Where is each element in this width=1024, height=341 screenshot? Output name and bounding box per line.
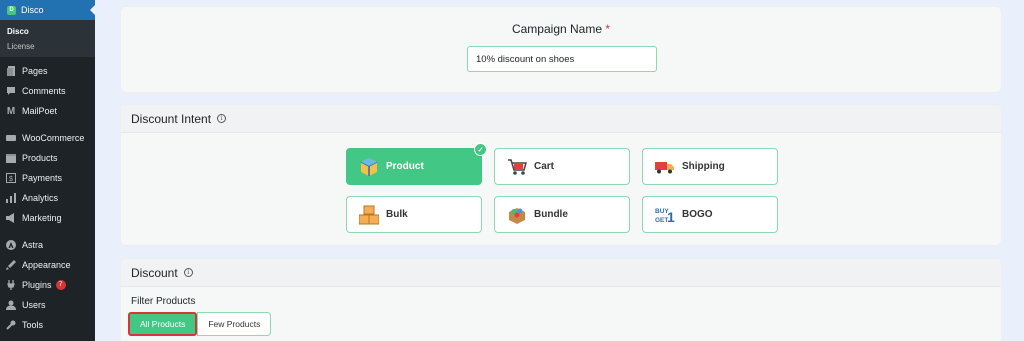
sidebar-item-appearance[interactable]: Appearance — [0, 255, 95, 275]
plugins-update-badge: 7 — [55, 280, 66, 290]
intent-label: Bulk — [386, 209, 408, 220]
sidebar-item-products[interactable]: Products — [0, 148, 95, 168]
sidebar-submenu: Disco License — [0, 20, 95, 57]
sidebar-item-label: Payments — [22, 173, 63, 183]
bogo-icon: BUY GET 1 — [655, 205, 675, 225]
bundle-icon — [507, 205, 527, 225]
sidebar-item-label: Comments — [22, 86, 66, 96]
sidebar-item-label: Appearance — [22, 260, 71, 270]
users-icon — [6, 300, 16, 310]
sidebar-item-comments[interactable]: Comments — [0, 81, 95, 101]
intent-option-cart[interactable]: Cart — [494, 148, 630, 185]
woocommerce-icon — [6, 133, 16, 143]
sidebar-item-label: Analytics — [22, 193, 59, 203]
discount-panel: Discount i Filter Products All Products … — [120, 258, 1002, 341]
submenu-item-license[interactable]: License — [0, 39, 95, 54]
intent-option-bulk[interactable]: Bulk — [346, 196, 482, 233]
discount-intent-header: Discount Intent i — [121, 105, 1001, 133]
intent-option-bogo[interactable]: BUY GET 1 BOGO — [642, 196, 778, 233]
sidebar-item-disco[interactable]: D Disco — [0, 0, 95, 20]
intent-label: Product — [386, 161, 424, 172]
intent-label: BOGO — [682, 209, 713, 220]
sidebar-item-label: Plugins — [22, 280, 52, 290]
intent-label: Cart — [534, 161, 555, 172]
svg-text:$: $ — [9, 176, 13, 183]
tools-icon — [6, 320, 16, 330]
discount-header: Discount i — [121, 259, 1001, 287]
sidebar-item-payments[interactable]: $ Payments — [0, 168, 95, 188]
sidebar-item-label: Tools — [22, 320, 44, 330]
sidebar-item-label: WooCommerce — [22, 133, 85, 143]
analytics-icon — [6, 193, 16, 203]
sidebar-item-label: Disco — [21, 5, 44, 15]
sidebar-item-label: Products — [22, 153, 58, 163]
few-products-button[interactable]: Few Products — [197, 312, 272, 336]
main-content: Campaign Name * Discount Intent i Produc… — [95, 0, 1024, 341]
campaign-name-label: Campaign Name * — [511, 22, 611, 36]
info-icon[interactable]: i — [217, 114, 227, 123]
pages-icon — [6, 66, 16, 76]
info-icon[interactable]: i — [183, 268, 193, 277]
intent-option-bundle[interactable]: Bundle — [494, 196, 630, 233]
sidebar-item-users[interactable]: Users — [0, 295, 95, 315]
sidebar-item-label: MailPoet — [22, 106, 58, 116]
sidebar-item-label: Marketing — [22, 213, 62, 223]
intent-label: Bundle — [534, 209, 568, 220]
admin-sidebar: D Disco Disco License Pages Comments M M… — [0, 0, 95, 341]
astra-icon — [6, 240, 16, 250]
svg-text:1: 1 — [667, 209, 675, 225]
campaign-name-panel: Campaign Name * — [120, 6, 1002, 93]
bulk-boxes-icon — [359, 205, 379, 225]
marketing-icon — [6, 213, 16, 223]
submenu-item-disco[interactable]: Disco — [0, 24, 95, 39]
payments-icon: $ — [6, 173, 16, 183]
filter-products-label: Filter Products — [131, 296, 196, 307]
shipping-truck-icon — [655, 157, 675, 177]
sidebar-item-woocommerce[interactable]: WooCommerce — [0, 128, 95, 148]
plugins-icon — [6, 280, 16, 290]
products-icon — [6, 153, 16, 163]
discount-intent-panel: Discount Intent i Product ✓ Cart Shippin… — [120, 104, 1002, 246]
sidebar-item-label: Astra — [22, 240, 44, 250]
intent-option-product[interactable]: Product ✓ — [346, 143, 487, 185]
appearance-icon — [6, 260, 16, 270]
intent-option-shipping[interactable]: Shipping — [642, 148, 778, 185]
mailpoet-icon: M — [6, 105, 16, 117]
section-title: Discount Intent — [131, 111, 212, 126]
product-box-icon — [359, 157, 379, 177]
sidebar-item-pages[interactable]: Pages — [0, 61, 95, 81]
sidebar-item-marketing[interactable]: Marketing — [0, 208, 95, 228]
sidebar-item-analytics[interactable]: Analytics — [0, 188, 95, 208]
intent-label: Shipping — [682, 161, 725, 172]
campaign-name-input[interactable] — [467, 46, 657, 72]
sidebar-item-plugins[interactable]: Plugins 7 — [0, 275, 95, 295]
sidebar-item-tools[interactable]: Tools — [0, 315, 95, 335]
sidebar-item-astra[interactable]: Astra — [0, 235, 95, 255]
sidebar-item-mailpoet[interactable]: M MailPoet — [0, 101, 95, 121]
check-icon: ✓ — [474, 143, 487, 156]
section-title: Discount — [131, 265, 178, 280]
cart-icon — [507, 157, 527, 177]
comments-icon — [6, 86, 16, 96]
sidebar-item-label: Users — [22, 300, 46, 310]
all-products-button[interactable]: All Products — [128, 312, 198, 336]
sidebar-item-label: Pages — [22, 66, 48, 76]
filter-products-toggle: All Products Few Products — [128, 312, 272, 336]
required-mark: * — [605, 22, 611, 36]
disco-icon: D — [7, 5, 16, 15]
